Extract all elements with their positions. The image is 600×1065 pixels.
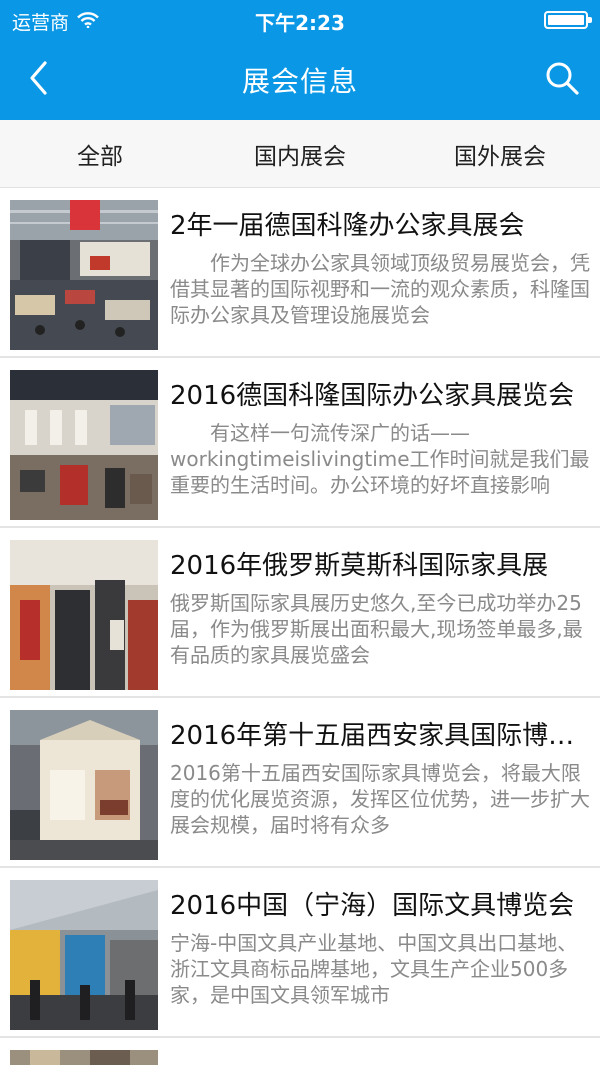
list-item[interactable]: 2016德国科隆国际办公家具展览会 有这样一句流传深广的话——workingti…: [0, 358, 600, 528]
item-title: 2年一届德国科隆办公家具展会: [170, 211, 525, 241]
app-screen: 运营商 下午2:23 展会信息 全部 国内展会 国外展会 2年一届德国科隆办公家…: [0, 0, 600, 1065]
item-body: 2016中国（宁海）国际文具博览会 宁海-中国文具产业基地、中国文具出口基地、浙…: [170, 890, 590, 1008]
exhibition-list: 2年一届德国科隆办公家具展会 作为全球办公家具领域顶级贸易展览会，凭借其显著的国…: [0, 188, 600, 1065]
item-title: 2016德国科隆国际办公家具展览会: [170, 381, 575, 411]
item-title: 2016中国（宁海）国际文具博览会: [170, 891, 575, 921]
tab-all[interactable]: 全部: [0, 120, 200, 187]
item-description: 2016第十五届西安国际家具博览会，将最大限度的优化展览资源，发挥区位优势，进一…: [170, 761, 590, 837]
item-body: 2016年第十五届西安家具国际博览会 2016第十五届西安国际家具博览会，将最大…: [170, 720, 590, 838]
list-item[interactable]: 2016中国（宁海）国际文具博览会 宁海-中国文具产业基地、中国文具出口基地、浙…: [0, 868, 600, 1038]
item-body: 2016德国科隆国际办公家具展览会 有这样一句流传深广的话——workingti…: [170, 380, 590, 498]
item-description: 有这样一句流传深广的话——workingtimeislivingtime工作时间…: [170, 421, 590, 497]
battery-icon: [544, 11, 592, 29]
list-item[interactable]: 2016年第十五届西安家具国际博览会 2016第十五届西安国际家具博览会，将最大…: [0, 698, 600, 868]
status-time: 下午2:23: [255, 11, 345, 35]
exhibition-photo: [10, 880, 158, 1030]
list-item[interactable]: 2年一届德国科隆办公家具展会 作为全球办公家具领域顶级贸易展览会，凭借其显著的国…: [0, 188, 600, 358]
list-item[interactable]: [0, 1038, 600, 1065]
item-title: 2016年第十五届西安家具国际博览会: [170, 721, 590, 751]
item-description: 宁海-中国文具产业基地、中国文具出口基地、浙江文具商标品牌基地，文具生产企业50…: [170, 931, 578, 1007]
status-bar: 运营商 下午2:23: [0, 0, 600, 38]
page-title: 展会信息: [241, 65, 358, 98]
exhibition-photo: [10, 540, 158, 690]
header: 运营商 下午2:23 展会信息: [0, 0, 600, 120]
item-description: 俄罗斯国际家具展历史悠久,至今已成功举办25届，作为俄罗斯展出面积最大,现场签单…: [170, 591, 583, 667]
tab-overseas[interactable]: 国外展会: [400, 120, 600, 187]
exhibition-photo: [10, 1050, 158, 1065]
item-title: 2016年俄罗斯莫斯科国际家具展: [170, 551, 549, 581]
exhibition-photo: [10, 370, 158, 520]
exhibition-photo: [10, 710, 158, 860]
list-item[interactable]: 2016年俄罗斯莫斯科国际家具展 俄罗斯国际家具展历史悠久,至今已成功举办25届…: [0, 528, 600, 698]
item-body: 2016年俄罗斯莫斯科国际家具展 俄罗斯国际家具展历史悠久,至今已成功举办25届…: [170, 550, 590, 668]
search-button[interactable]: [542, 58, 582, 98]
search-icon: [546, 62, 579, 95]
category-tabs: 全部 国内展会 国外展会: [0, 120, 600, 188]
exhibition-photo: [10, 200, 158, 350]
item-body: 2年一届德国科隆办公家具展会 作为全球办公家具领域顶级贸易展览会，凭借其显著的国…: [170, 210, 590, 328]
item-description: 作为全球办公家具领域顶级贸易展览会，凭借其显著的国际视野和一流的观众素质，科隆国…: [170, 251, 590, 327]
tab-domestic[interactable]: 国内展会: [200, 120, 400, 187]
nav-bar: 展会信息: [0, 38, 600, 120]
